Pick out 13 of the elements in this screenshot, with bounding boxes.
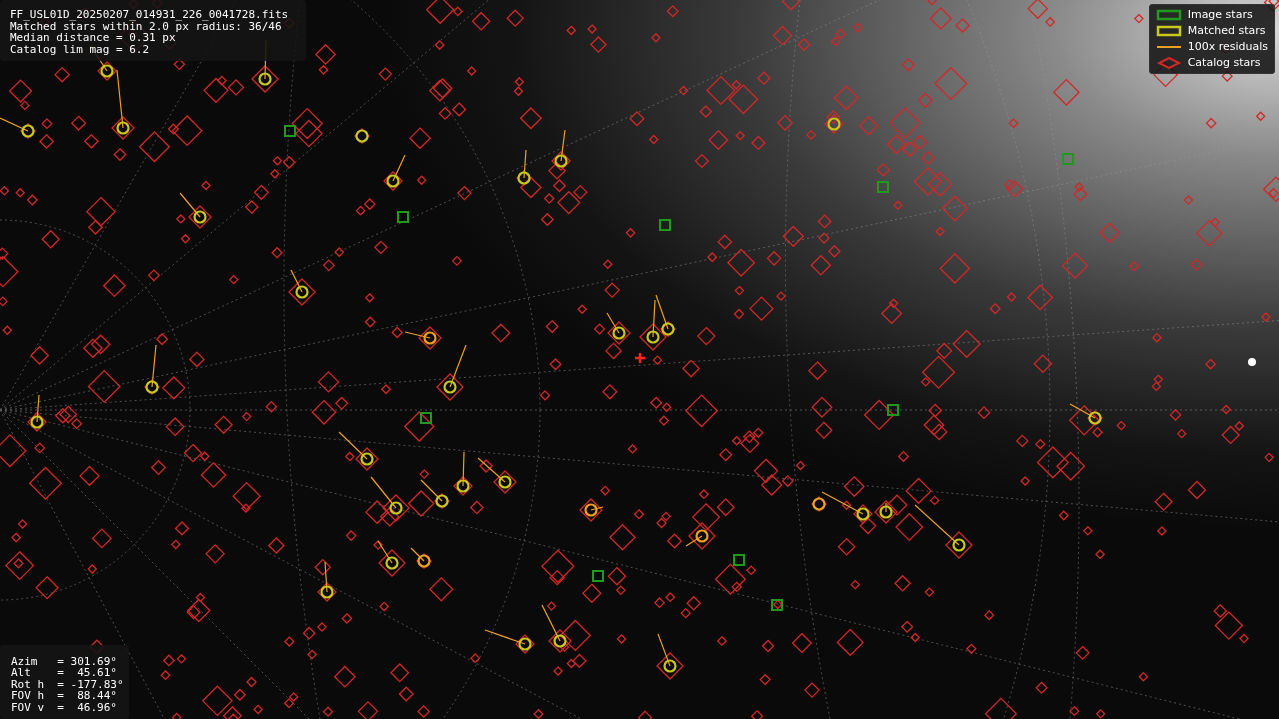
- pointing-text: Rot h = -177.83°: [11, 678, 125, 690]
- info-text: Matched stars within 2.0 px radius: 36/46: [10, 20, 282, 32]
- legend-label: 100x residuals: [1187, 40, 1268, 54]
- pointing-text: Alt = 45.61°: [11, 667, 118, 679]
- legend-label: Image stars: [1187, 8, 1253, 22]
- legend-label: Catalog stars: [1187, 56, 1261, 70]
- info-text: Median distance = 0.31 px: [10, 32, 176, 44]
- pointing-text: FOV h = 88.44°: [11, 690, 118, 702]
- legend-label: Matched stars: [1187, 24, 1266, 38]
- info-text: FF_USL01D_20250207_014931_226_0041728.fits: [10, 9, 290, 21]
- pointing-text: Azim = 301.69°: [11, 655, 118, 667]
- info-text: Catalog lim mag = 6.2: [10, 43, 151, 55]
- pointing-text: FOV v = 46.96°: [11, 701, 118, 713]
